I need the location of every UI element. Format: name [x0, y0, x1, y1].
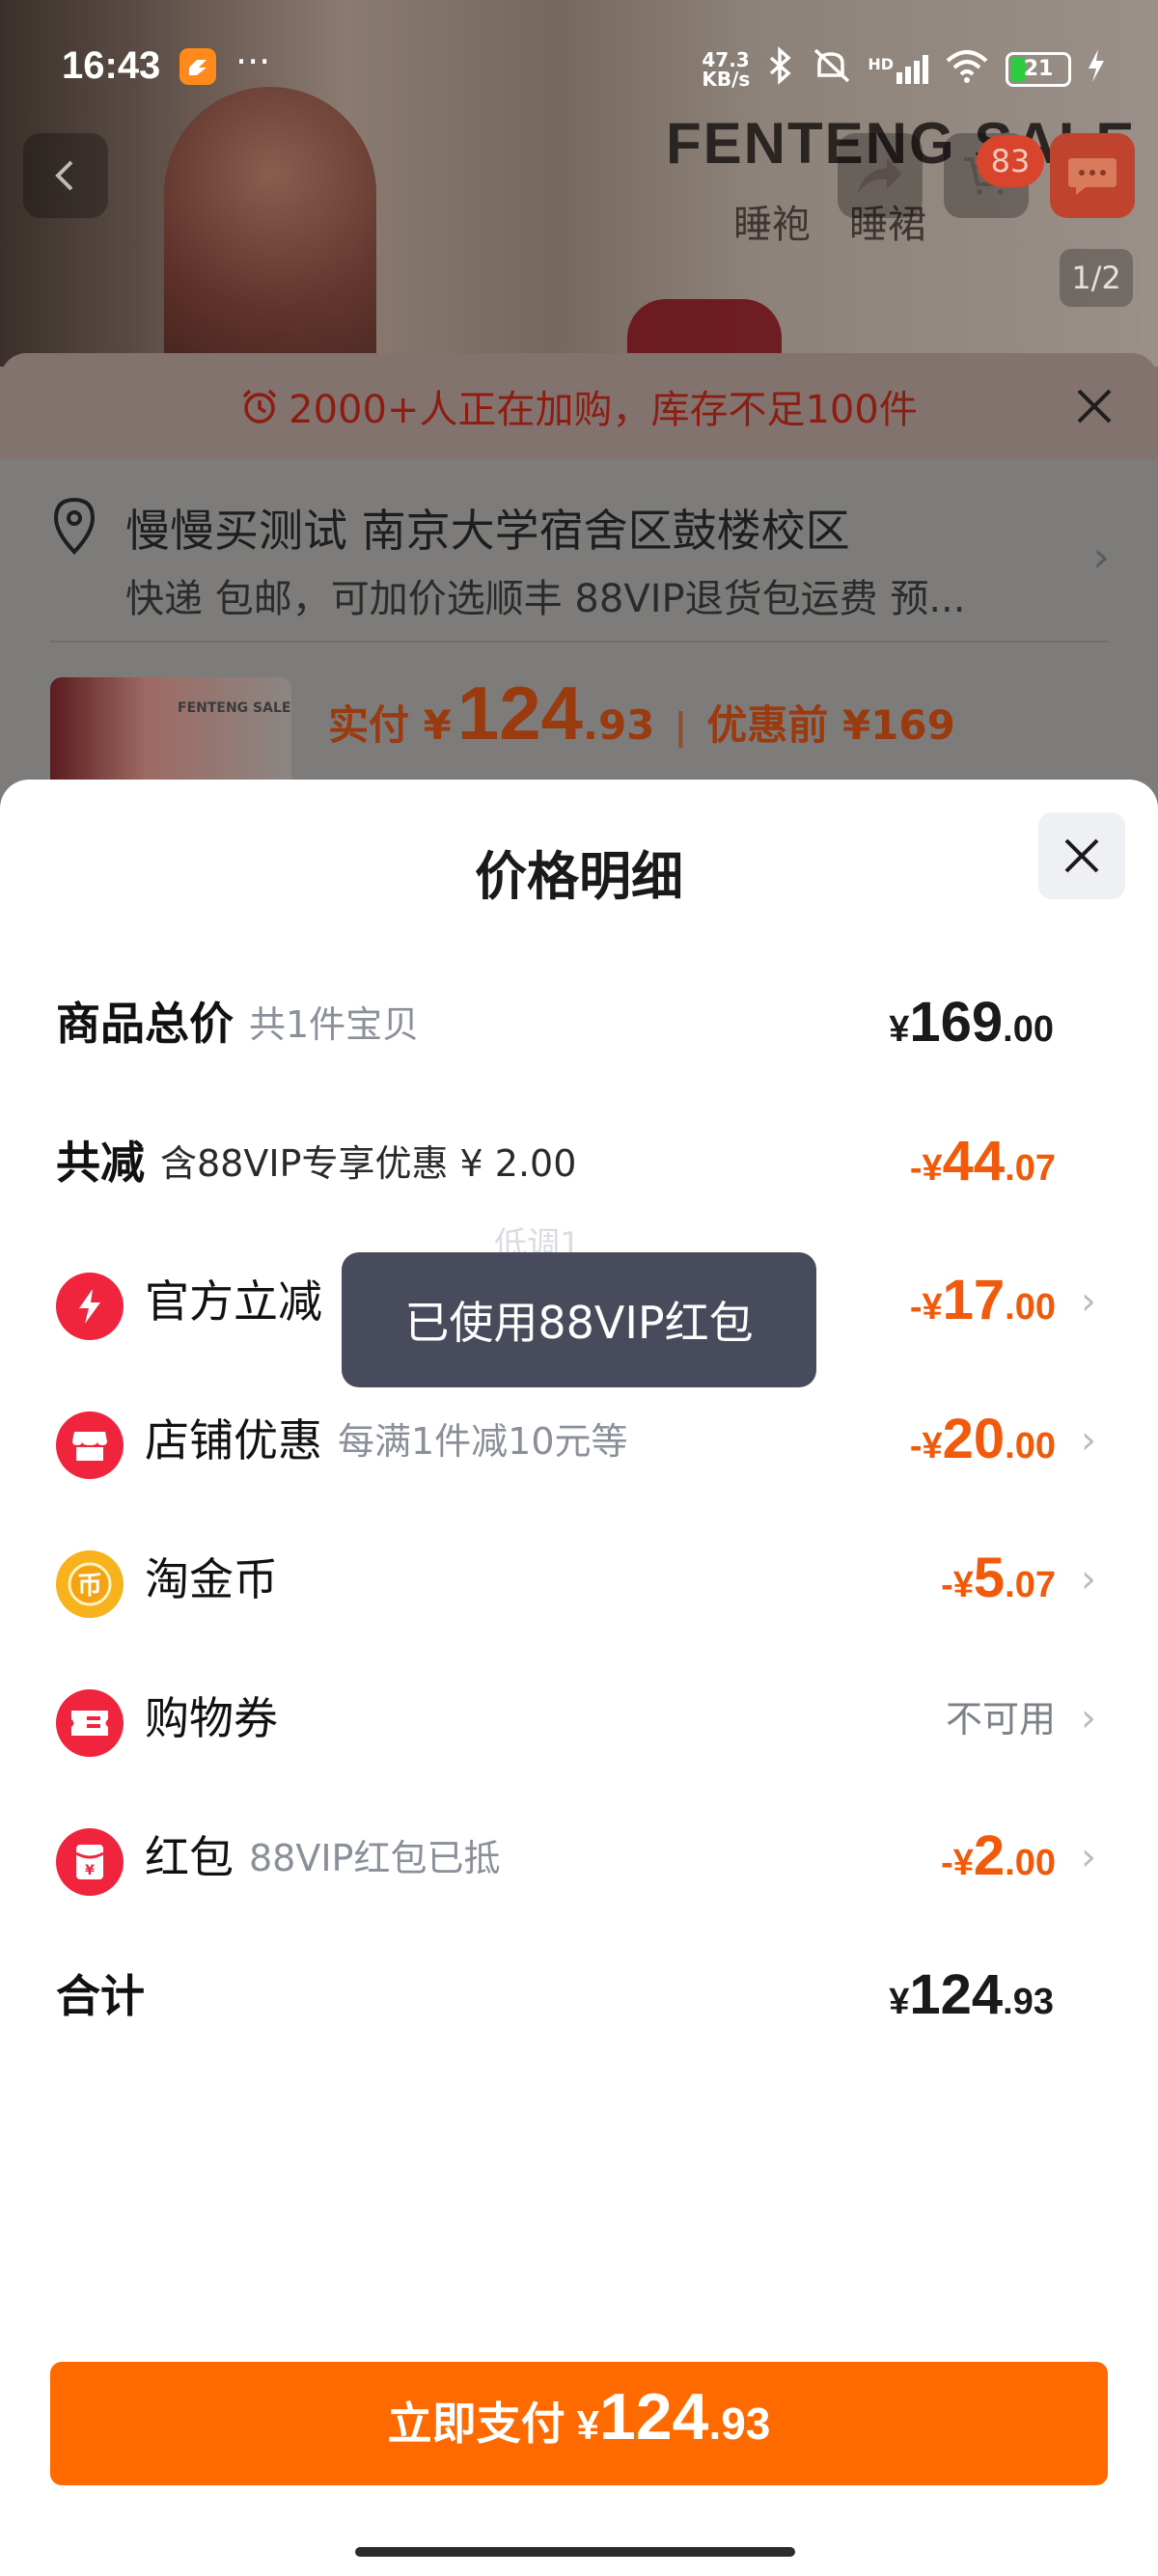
row-label: 官方立减 — [145, 1275, 322, 1328]
actual-pay-int: 124 — [456, 671, 583, 755]
chevron-left-icon — [55, 160, 73, 191]
row-value: -¥ 2 .00 — [941, 1824, 1056, 1887]
price-detail-sheet: 价格明细 商品总价 共1件宝贝 ¥ 169 .00 共减 含88VIP专享优惠 … — [0, 780, 1158, 2576]
actual-pay-summary: 实付 ¥ 124 .93 | 优惠前 ¥169 — [328, 670, 955, 757]
divider — [50, 641, 1108, 643]
toast-message: 已使用88VIP红包 — [342, 1252, 816, 1387]
row-taojinbi[interactable]: 币 淘金币 -¥ 5 .07 › — [0, 1528, 1158, 1625]
chevron-right-icon: › — [1092, 533, 1110, 582]
stock-warning-text: 2000+人正在加购，库存不足100件 — [289, 388, 918, 432]
stock-warning-banner: 2000+人正在加购，库存不足100件 — [0, 353, 1158, 459]
order-close-icon[interactable] — [1073, 378, 1116, 441]
row-value: -¥ 20 .00 — [909, 1408, 1056, 1470]
home-indicator[interactable] — [355, 2547, 795, 2557]
chevron-right-icon: › — [1081, 1835, 1096, 1879]
chevron-right-icon: › — [1081, 1418, 1096, 1463]
back-button[interactable] — [23, 133, 108, 218]
chevron-right-icon: › — [1081, 1279, 1096, 1324]
row-sub: 含88VIP专享优惠 ¥ 2.00 — [160, 1141, 577, 1185]
image-page-indicator: 1/2 — [1060, 249, 1133, 307]
model-figure — [164, 87, 376, 376]
row-store-discount[interactable]: 店铺优惠 每满1件减10元等 -¥ 20 .00 › — [0, 1389, 1158, 1486]
charging-icon — [1087, 49, 1106, 89]
signal-icon: HD — [868, 54, 928, 84]
row-sub: 共1件宝贝 — [249, 1002, 420, 1046]
location-pin-icon — [53, 497, 96, 555]
battery-indicator: 21 — [1006, 51, 1071, 87]
svg-text:币: 币 — [77, 1572, 102, 1601]
close-icon — [1064, 838, 1099, 873]
pay-now-button[interactable]: 立即支付 ¥ 124 .93 — [50, 2362, 1108, 2485]
status-time: 16:43 — [62, 44, 161, 87]
net-speed: 47.3 KB/s — [702, 47, 751, 91]
row-label: 商品总价 — [56, 998, 234, 1050]
share-icon — [858, 158, 902, 193]
coin-icon: 币 — [56, 1550, 124, 1618]
svg-text:¥: ¥ — [85, 1863, 95, 1878]
row-label: 合计 — [56, 1970, 145, 2022]
sheet-title: 价格明细 — [475, 846, 683, 907]
app-notification-icon — [179, 48, 216, 85]
actual-pay-label: 实付 ¥ — [328, 701, 452, 749]
address-title[interactable]: 慢慢买测试 南京大学宿舍区鼓楼校区 — [125, 496, 850, 560]
actual-pay-dec: .93 — [583, 701, 655, 749]
row-value: -¥ 17 .00 — [909, 1269, 1056, 1331]
row-grand-total: 合计 ¥ 124 .93 — [0, 1945, 1158, 2042]
row-value: ¥ 124 .93 — [889, 1963, 1054, 2026]
row-value: -¥ 5 .07 — [941, 1547, 1056, 1609]
close-button[interactable] — [1038, 812, 1125, 899]
bluetooth-icon — [765, 46, 794, 92]
pay-now-label: 立即支付 — [387, 2398, 565, 2450]
row-sub: 88VIP红包已抵 — [249, 1836, 501, 1879]
mute-icon — [810, 46, 852, 92]
cart-count-badge: 83 — [977, 135, 1044, 187]
red-packet-icon: ¥ — [56, 1828, 124, 1896]
chevron-right-icon: › — [1081, 1696, 1096, 1740]
lightning-icon — [56, 1273, 124, 1340]
row-sub: 每满1件减10元等 — [338, 1419, 628, 1463]
status-icons: 47.3 KB/s HD 21 — [702, 46, 1106, 92]
alarm-clock-icon — [242, 389, 277, 424]
sub-tag-robe: 睡袍 — [733, 203, 811, 247]
address-shipping-info[interactable]: 快递 包邮，可加价选顺丰 88VIP退货包运费 预... — [125, 567, 965, 623]
chevron-right-icon: › — [1081, 1557, 1096, 1602]
row-label: 共减 — [56, 1137, 145, 1189]
chat-bubble-icon — [1068, 158, 1117, 195]
wifi-icon — [944, 47, 990, 91]
share-button[interactable] — [838, 133, 923, 218]
row-value: -¥ 44 .07 — [909, 1130, 1056, 1192]
separator: | — [674, 705, 688, 748]
pre-discount-price: 优惠前 ¥169 — [706, 701, 955, 749]
coupon-icon — [56, 1689, 124, 1757]
order-sheet: 2000+人正在加购，库存不足100件 慢慢买测试 南京大学宿舍区鼓楼校区 快递… — [0, 353, 1158, 836]
status-bar: 16:43 ··· 47.3 KB/s HD 21 — [0, 0, 1158, 114]
row-value: ¥ 169 .00 — [889, 991, 1054, 1054]
coupon-status: 不可用 — [945, 1697, 1056, 1740]
row-red-packet[interactable]: ¥ 红包 88VIP红包已抵 -¥ 2 .00 › — [0, 1806, 1158, 1903]
row-label: 购物券 — [145, 1692, 278, 1744]
row-total-discount: 共减 含88VIP专享优惠 ¥ 2.00 -¥ 44 .07 — [0, 1111, 1158, 1208]
more-notifications-icon: ··· — [235, 41, 271, 83]
row-label: 淘金币 — [145, 1553, 278, 1605]
row-shopping-coupon[interactable]: 购物券 不可用 › — [0, 1667, 1158, 1764]
row-label: 红包 — [145, 1831, 234, 1883]
row-label: 店铺优惠 — [145, 1414, 322, 1466]
row-total-goods-price: 商品总价 共1件宝贝 ¥ 169 .00 — [0, 973, 1158, 1069]
store-icon — [56, 1411, 124, 1479]
message-button[interactable] — [1050, 133, 1135, 218]
